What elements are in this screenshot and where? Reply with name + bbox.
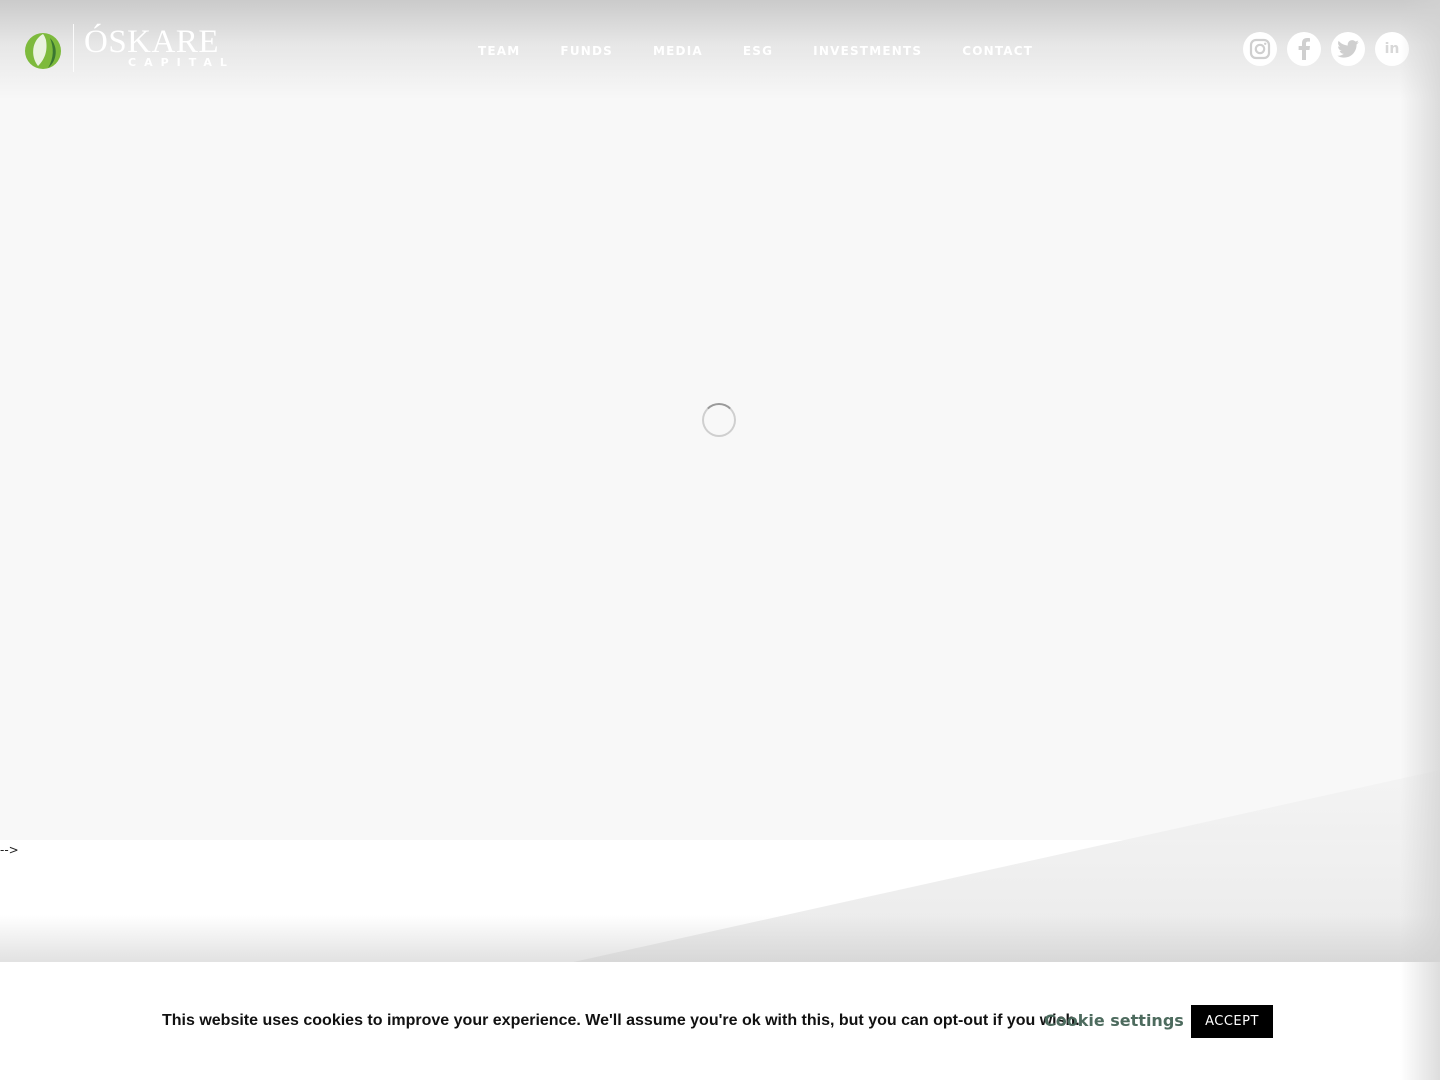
oskare-capital-logo[interactable]: ÓSKARE CAPITAL — [24, 24, 234, 74]
cookie-message: This website uses cookies to improve you… — [162, 1012, 1080, 1029]
brand-subtitle: CAPITAL — [128, 56, 235, 69]
stray-comment-text: --> — [0, 843, 19, 857]
site-header: ÓSKARE CAPITAL TEAM FUNDS MEDIA ESG INVE… — [0, 0, 1440, 100]
nav-item-investments[interactable]: INVESTMENTS — [793, 40, 942, 62]
cookie-bar-shadow — [0, 915, 1440, 963]
nav-item-team[interactable]: TEAM — [458, 40, 540, 62]
instagram-button[interactable] — [1243, 32, 1277, 66]
social-links: in — [1243, 32, 1409, 66]
accept-cookies-button[interactable]: ACCEPT — [1191, 1005, 1273, 1038]
nav-item-media[interactable]: MEDIA — [633, 40, 723, 62]
twitter-button[interactable] — [1331, 32, 1365, 66]
facebook-icon — [1298, 38, 1310, 60]
nav-item-contact[interactable]: CONTACT — [942, 40, 1053, 62]
linkedin-button[interactable]: in — [1375, 32, 1409, 66]
nav-item-funds[interactable]: FUNDS — [540, 40, 633, 62]
loading-spinner-icon — [702, 403, 736, 437]
logo-divider — [73, 24, 74, 72]
nav-item-esg[interactable]: ESG — [723, 40, 793, 62]
twitter-icon — [1337, 40, 1359, 58]
brand-name: ÓSKARE — [84, 24, 220, 60]
cookie-settings-link[interactable]: Cookie settings — [1044, 1010, 1184, 1032]
instagram-icon — [1249, 38, 1271, 60]
leaf-logo-icon — [25, 33, 61, 69]
facebook-button[interactable] — [1287, 32, 1321, 66]
main-nav: TEAM FUNDS MEDIA ESG INVESTMENTS CONTACT — [458, 40, 1053, 62]
page-loader — [0, 0, 1440, 840]
linkedin-icon: in — [1384, 41, 1400, 57]
